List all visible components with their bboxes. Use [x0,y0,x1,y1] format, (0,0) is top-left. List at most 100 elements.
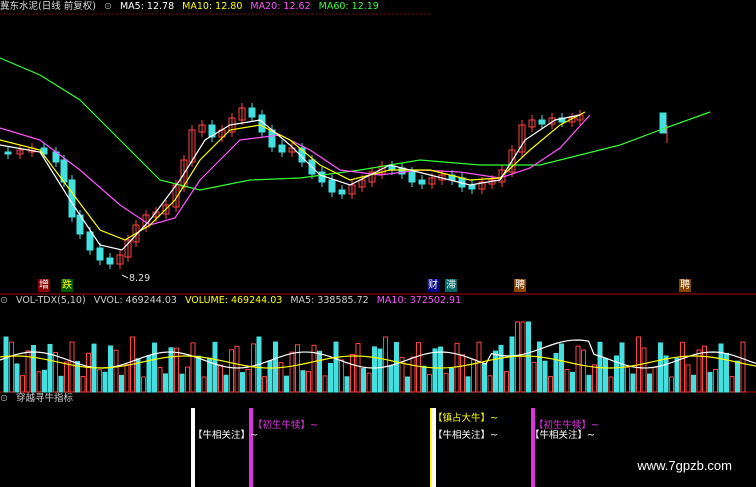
settings-icon[interactable]: ⊙ [0,393,8,404]
volume-bar [289,351,295,393]
volume-bar [141,376,146,393]
signal-label: 【牛相关注】~ [530,430,595,441]
volume-bar [438,346,443,393]
stock-chart-canvas[interactable] [0,0,756,487]
volume-bar [234,345,240,393]
volume-bar [581,349,586,393]
event-marker[interactable]: 增 [38,279,50,292]
volume-bar [476,341,482,393]
volume-bar [735,360,740,393]
volume-bar [306,370,311,393]
candle-body [278,144,286,153]
watermark: www.7gpzb.com [637,458,732,473]
volume-bar [713,369,718,393]
volume-bar [229,349,234,393]
signal-bar [191,408,195,487]
volume-bar [157,367,163,393]
volume-bar [691,374,696,393]
volume-bar [102,371,108,393]
volume-bar [201,376,207,393]
volume-bar [152,342,157,393]
volume-bar [262,376,267,393]
event-marker[interactable]: 跌 [61,279,73,292]
volume-bar [273,341,278,393]
volume-bar [669,376,674,393]
volume-bar [394,342,399,393]
volume-bar [740,341,746,393]
volume-bar [108,345,113,393]
volume-bar [465,376,471,393]
low-arrow [121,274,129,279]
volume-bar [658,342,663,393]
volume-bar [218,364,223,393]
volume-bar [641,347,647,393]
volume-bar [454,342,460,393]
volume-bar [196,355,201,393]
volume-bar [58,375,64,393]
signal-label: 【镇占大牛】~ [433,413,498,424]
low-price-label: 8.29 [129,273,151,284]
volume-bar [564,369,570,393]
volume-bar [69,341,75,393]
volume-bar [432,348,438,393]
volume-ma10-value: MA10: 372502.91 [376,295,462,306]
signal-label: 【牛相关注】~ [433,430,498,441]
event-marker[interactable]: 滞 [445,279,457,292]
volume-bar [559,343,564,393]
volume-bar [592,364,597,393]
volume-bar [443,372,449,393]
volume-bar [350,354,355,393]
volume-bar [460,354,465,393]
settings-icon[interactable]: ⊙ [0,295,8,306]
candle-body [96,247,104,261]
volume-bar [531,361,537,393]
volume-bar [421,365,427,393]
candle-body [4,151,12,155]
candle-body [468,184,476,190]
event-marker[interactable]: 聘 [514,279,526,292]
volume-bar [366,372,372,393]
volume-bar [212,341,218,393]
volume-bar [223,374,229,393]
volume-header: ⊙ VOL-TDX(5,10) VVOL: 469244.03 VOLUME: … [0,294,466,308]
volume-bar [427,374,432,393]
volume-bar [64,361,69,393]
volume-bar [14,363,20,393]
volume-bar [251,343,256,393]
ma60-line [0,57,711,191]
volume-bar [680,341,685,393]
volume-bar [416,342,421,393]
candle-body [248,107,256,118]
candle-body [538,119,546,125]
indicator-header: ⊙ 穿越寻牛指标 [0,392,78,406]
volume-bar [548,376,553,393]
event-marker[interactable]: 聘 [679,279,691,292]
ma10-value: MA10: 12.80 [182,1,243,12]
volume-bar [267,360,273,393]
volume-bar [674,358,680,393]
volume-bar [119,374,124,393]
candle-body [318,171,326,183]
ma60-value: MA60: 12.19 [318,1,379,12]
main-chart-header: 冀东水泥(日线 前复权) ⊙ MA5: 12.78 MA10: 12.80 MA… [0,0,384,14]
volume-bar [608,376,614,393]
indicator-name: 穿越寻牛指标 [16,393,74,404]
settings-icon[interactable]: ⊙ [104,1,112,12]
event-marker[interactable]: 财 [427,279,439,292]
volume-ma5-value: MA5: 338585.72 [290,295,369,306]
volume-bar [526,321,531,393]
volume-bar [361,368,366,393]
volume-bar [322,375,328,393]
volume-bar [498,344,504,393]
volume-bar [575,345,581,393]
volume-value: VOLUME: 469244.03 [184,295,283,306]
volume-bar [174,347,179,393]
volume-bar [707,371,713,393]
volume-bar [333,341,339,393]
volume-bar [47,343,53,393]
volume-bar [603,358,608,393]
volume-bar [685,364,691,393]
volume-bar [53,352,58,393]
volume-bar [163,373,168,393]
volume-bar [647,373,652,393]
